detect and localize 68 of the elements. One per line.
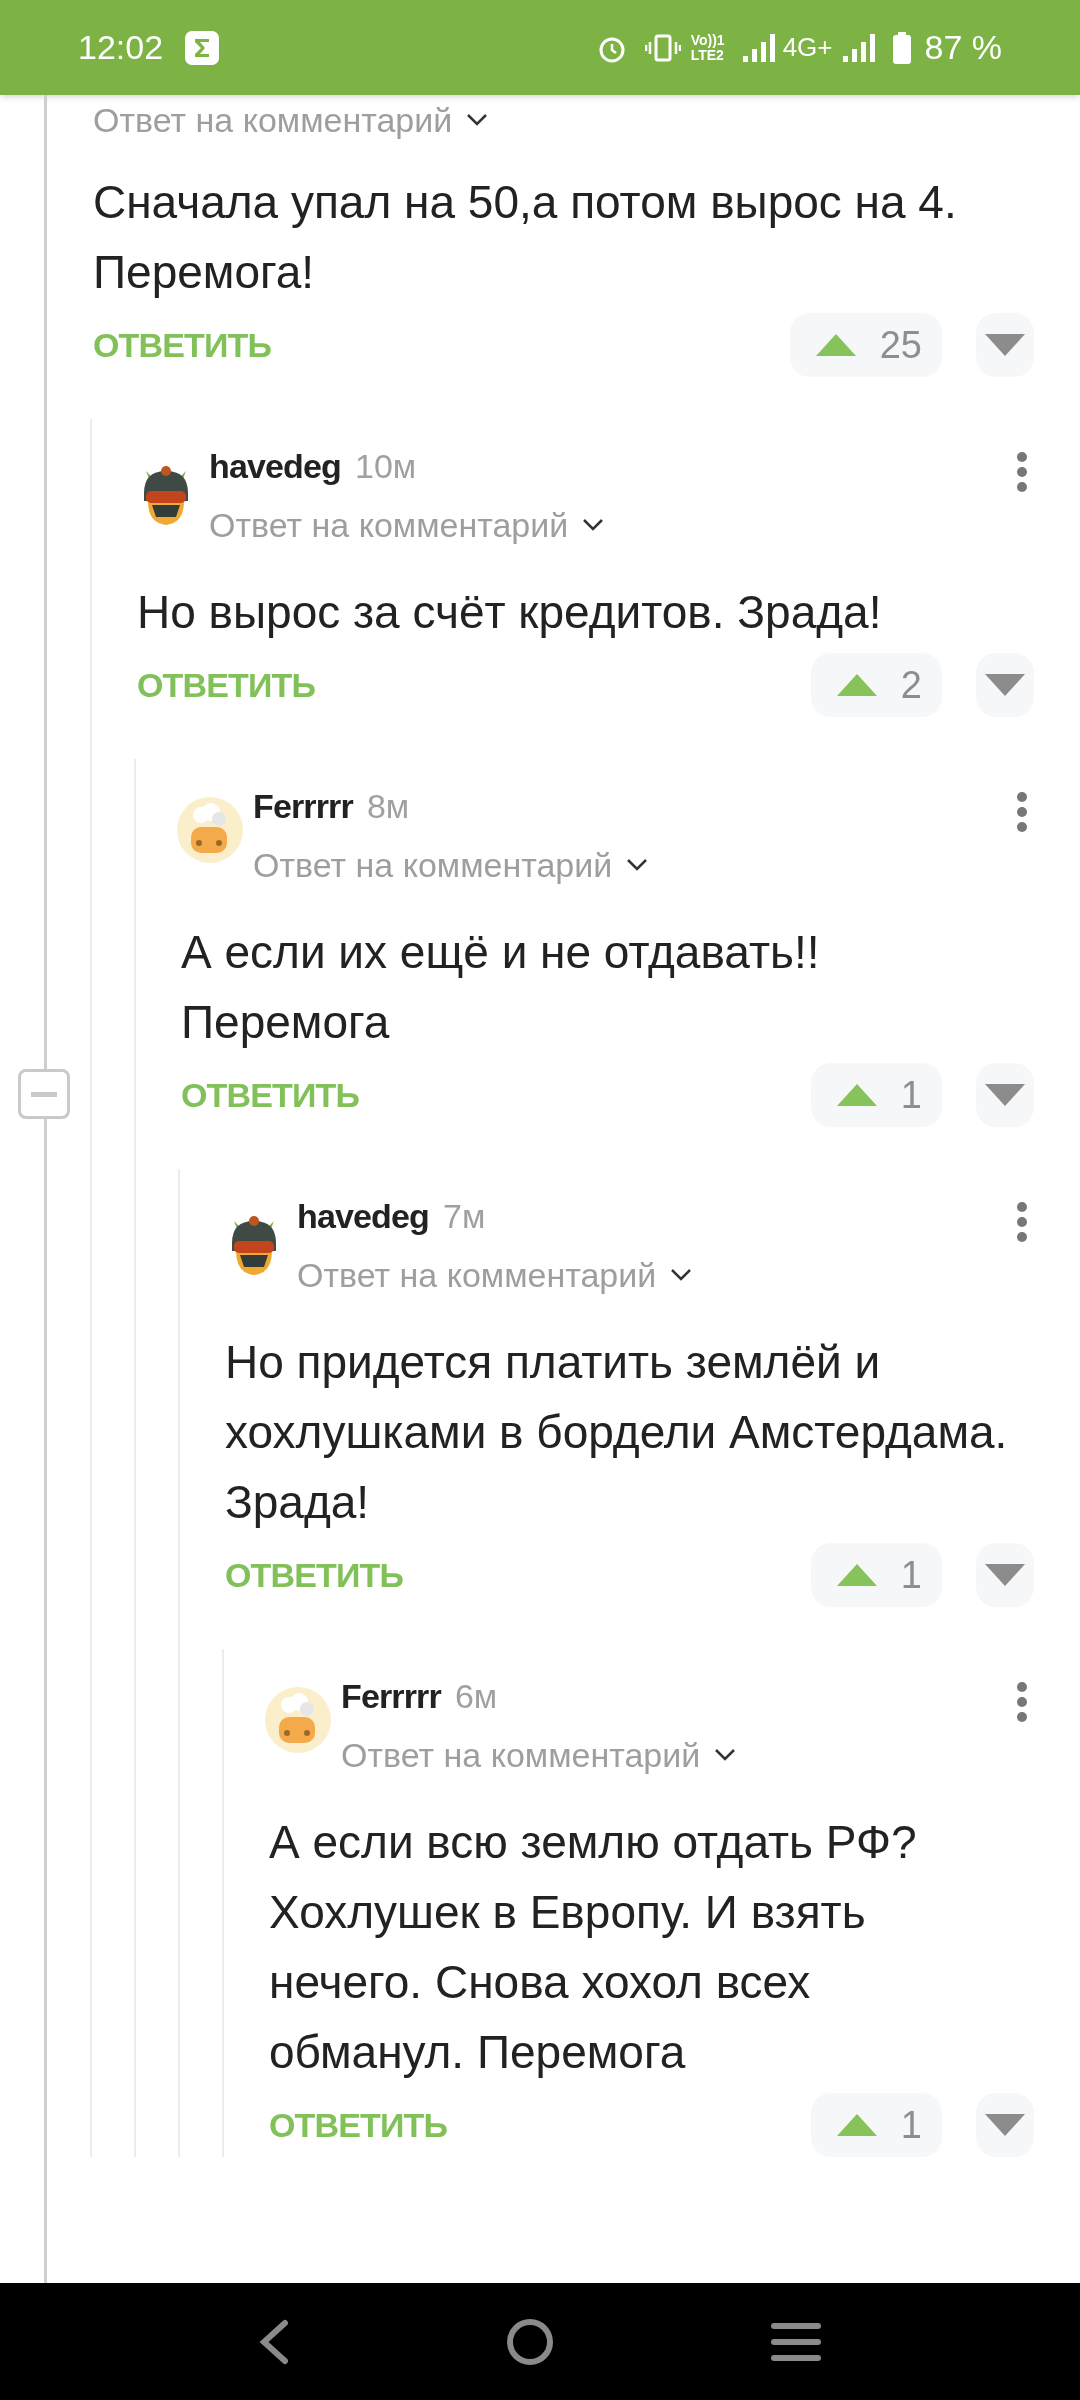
author-name[interactable]: havedeg	[297, 1191, 429, 1242]
author-name[interactable]: havedeg	[209, 441, 341, 492]
reply-button[interactable]: ОТВЕТИТЬ	[269, 2099, 448, 2151]
signal-icon	[742, 33, 775, 62]
more-menu-icon[interactable]	[1016, 791, 1028, 833]
menu-icon[interactable]	[771, 2321, 822, 2362]
volte-label: LTE2	[690, 47, 725, 63]
down-triangle-icon	[985, 1084, 1025, 1106]
upvote-button[interactable]: 1	[810, 1063, 942, 1127]
reply-button[interactable]: ОТВЕТИТЬ	[225, 1549, 404, 1601]
minus-icon	[31, 1091, 57, 1097]
comment-text: Но вырос за счёт кредитов. Зрада!	[137, 585, 883, 640]
comment-text: Но придется платить землёй и хохлушками в бордели Амстердама. Зрада!	[225, 1335, 1009, 1530]
network-type: 4G+	[782, 31, 833, 64]
clock-time: 12:02	[78, 27, 164, 68]
back-icon[interactable]	[258, 2318, 289, 2365]
upvote-button[interactable]: 25	[789, 313, 942, 377]
downvote-button[interactable]	[976, 653, 1034, 717]
reply-to-link[interactable]: Ответ на комментарий	[209, 499, 569, 551]
more-menu-icon[interactable]	[1016, 1201, 1028, 1243]
reply-button[interactable]: ОТВЕТИТЬ	[181, 1069, 360, 1121]
home-icon[interactable]	[506, 2317, 554, 2366]
upvote-button[interactable]: 1	[810, 1543, 942, 1607]
up-triangle-icon	[836, 1564, 877, 1586]
comment-text: Сначала упал на 50,а потом вырос на 4. Перемога!	[93, 175, 958, 300]
author-name[interactable]: Ferrrrr	[341, 1671, 441, 1722]
downvote-button[interactable]	[976, 2093, 1034, 2157]
down-triangle-icon	[985, 674, 1025, 696]
up-triangle-icon	[815, 334, 856, 356]
more-menu-icon[interactable]	[1016, 451, 1028, 493]
upvote-button[interactable]: 2	[810, 653, 942, 717]
reply-to-link[interactable]: Ответ на комментарий	[341, 1729, 701, 1781]
reply-to-link[interactable]: Ответ на комментарий	[297, 1249, 657, 1301]
more-menu-icon[interactable]	[1016, 1681, 1028, 1723]
comment-time: 7м	[443, 1196, 486, 1237]
reply-button[interactable]: ОТВЕТИТЬ	[93, 319, 272, 371]
reply-button[interactable]: ОТВЕТИТЬ	[137, 659, 316, 711]
chevron-down-icon[interactable]	[466, 113, 489, 127]
up-triangle-icon	[836, 2114, 877, 2136]
down-triangle-icon	[985, 1564, 1025, 1586]
volte-label: Vo))1	[690, 32, 725, 48]
battery-icon	[892, 31, 911, 64]
upvote-button[interactable]: 1	[810, 2093, 942, 2157]
vibrate-icon	[644, 32, 681, 63]
comment-text: А если их ещё и не отдавать!! Перемога	[181, 925, 821, 1050]
down-triangle-icon	[985, 2114, 1025, 2136]
chef-avatar-icon	[177, 797, 243, 863]
comment-text: А если всю землю отдать РФ? Хохлушек в Европу. И взять нечего. Снова хохол всех обманул. Перемога	[269, 1815, 918, 2080]
up-triangle-icon	[836, 1084, 877, 1106]
chevron-down-icon[interactable]	[670, 1268, 693, 1282]
chef-avatar-icon	[265, 1687, 331, 1753]
chevron-down-icon[interactable]	[582, 518, 605, 532]
down-triangle-icon	[985, 334, 1025, 356]
chevron-down-icon[interactable]	[626, 858, 649, 872]
downvote-button[interactable]	[976, 313, 1034, 377]
reply-to-link[interactable]: Ответ на комментарий	[93, 95, 453, 146]
sigma-app-icon	[185, 30, 220, 65]
downvote-button[interactable]	[976, 1543, 1034, 1607]
comment-time: 8м	[366, 786, 410, 827]
reply-to-link[interactable]: Ответ на комментарий	[253, 839, 613, 891]
comment-time: 10м	[355, 446, 417, 487]
downvote-button[interactable]	[976, 1063, 1034, 1127]
signal-icon	[842, 33, 875, 62]
up-triangle-icon	[836, 674, 877, 696]
author-name[interactable]: Ferrrrr	[253, 781, 353, 832]
chevron-down-icon[interactable]	[714, 1748, 737, 1762]
comment-time: 6м	[454, 1676, 498, 1717]
battery-level: 87 %	[924, 27, 1002, 68]
